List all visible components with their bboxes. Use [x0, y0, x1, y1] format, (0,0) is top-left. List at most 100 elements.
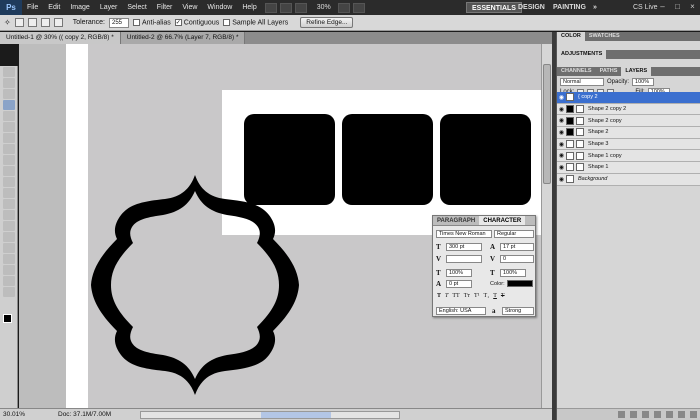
add-selection-icon[interactable] — [27, 18, 37, 27]
visibility-eye-icon[interactable]: ◉ — [557, 152, 566, 159]
adjustment-layer-icon[interactable] — [654, 411, 661, 418]
baseline-shift-input[interactable]: 0 pt — [446, 279, 472, 288]
layer-row[interactable]: ◉ Shape 1 — [557, 162, 700, 174]
arrange-documents-button[interactable] — [337, 2, 350, 13]
visibility-eye-icon[interactable]: ◉ — [557, 94, 566, 101]
healing-brush-icon[interactable] — [3, 133, 15, 143]
tracking-input[interactable]: 0 — [500, 254, 534, 263]
visibility-eye-icon[interactable]: ◉ — [557, 117, 566, 124]
menu-filter[interactable]: Filter — [152, 0, 178, 15]
horizontal-scroll-thumb[interactable] — [261, 412, 331, 418]
tab-untitled-2[interactable]: Untitled-2 @ 66.7% (Layer 7, RGB/8) * — [120, 32, 246, 44]
shape-tool-icon[interactable] — [3, 254, 15, 264]
eraser-tool-icon[interactable] — [3, 177, 15, 187]
dodge-tool-icon[interactable] — [3, 210, 15, 220]
visibility-eye-icon[interactable]: ◉ — [557, 129, 566, 136]
view-extras-button[interactable] — [294, 2, 307, 13]
antialias-select[interactable]: Strong — [502, 306, 534, 315]
zoom-status-input[interactable]: 30.01% — [3, 409, 25, 420]
visibility-eye-icon[interactable]: ◉ — [557, 176, 566, 183]
font-family-select[interactable]: Times New Roman — [436, 229, 492, 238]
history-brush-icon[interactable] — [3, 166, 15, 176]
new-group-icon[interactable] — [666, 411, 673, 418]
layer-style-icon[interactable] — [630, 411, 637, 418]
marquee-tool-icon[interactable] — [3, 78, 15, 88]
trash-icon[interactable] — [690, 411, 697, 418]
tab-untitled-1[interactable]: Untitled-1 @ 30% (( copy 2, RGB/8) * — [0, 32, 121, 44]
move-tool-icon[interactable] — [3, 67, 15, 77]
menu-window[interactable]: Window — [202, 0, 237, 15]
brush-tool-icon[interactable] — [3, 144, 15, 154]
text-color-swatch[interactable] — [506, 280, 533, 287]
gradient-tool-icon[interactable] — [3, 188, 15, 198]
zoom-level-select[interactable]: 30% — [313, 4, 335, 11]
language-select[interactable]: English: USA — [436, 306, 486, 315]
minimize-icon[interactable]: – — [657, 2, 668, 12]
underline-button[interactable]: T — [493, 293, 497, 299]
maximize-icon[interactable]: □ — [672, 2, 683, 12]
menu-layer[interactable]: Layer — [95, 0, 123, 15]
tolerance-input[interactable]: 255 — [109, 17, 129, 28]
layer-row[interactable]: ◉ Shape 1 copy — [557, 150, 700, 163]
pen-tool-icon[interactable] — [3, 221, 15, 231]
tab-character[interactable]: CHARACTER — [479, 216, 526, 225]
menu-image[interactable]: Image — [65, 0, 94, 15]
eyedropper-tool-icon[interactable] — [3, 122, 15, 132]
tab-paths[interactable]: PATHS — [596, 67, 622, 76]
screen-mode-button[interactable] — [352, 2, 365, 13]
tab-layers[interactable]: LAYERS — [621, 67, 652, 76]
refine-edge-button[interactable]: Refine Edge... — [300, 17, 354, 28]
antialias-checkbox[interactable]: Anti-alias — [133, 18, 171, 26]
subscript-button[interactable]: T₁ — [483, 293, 489, 299]
all-caps-button[interactable]: TT — [452, 293, 459, 299]
visibility-eye-icon[interactable]: ◉ — [557, 164, 566, 171]
menu-file[interactable]: File — [22, 0, 43, 15]
foreground-color-swatch[interactable] — [3, 314, 12, 323]
layer-row[interactable]: ◉ { copy 2 — [557, 92, 700, 104]
layer-row[interactable]: ◉ Shape 2 — [557, 127, 700, 139]
leading-input[interactable]: 17 pt — [500, 242, 534, 251]
vertical-scroll-thumb[interactable] — [543, 64, 551, 184]
link-layers-icon[interactable] — [618, 411, 625, 418]
crop-tool-icon[interactable] — [3, 111, 15, 121]
tab-color[interactable]: COLOR — [557, 32, 585, 41]
launch-minibridge-button[interactable] — [279, 2, 292, 13]
launch-bridge-button[interactable] — [264, 2, 277, 13]
superscript-button[interactable]: T¹ — [474, 293, 479, 299]
tab-swatches[interactable]: SWATCHES — [585, 32, 624, 41]
lasso-tool-icon[interactable] — [3, 89, 15, 99]
3d-rotate-icon[interactable] — [3, 265, 15, 275]
horizontal-scale-input[interactable]: 100% — [500, 268, 526, 277]
vertical-scrollbar[interactable] — [541, 44, 552, 408]
small-caps-button[interactable]: Tт — [464, 293, 470, 299]
visibility-eye-icon[interactable]: ◉ — [557, 141, 566, 148]
kerning-input[interactable] — [446, 254, 482, 263]
path-selection-icon[interactable] — [3, 243, 15, 253]
subtract-selection-icon[interactable] — [40, 18, 50, 27]
vertical-scale-input[interactable]: 100% — [446, 268, 472, 277]
faux-bold-button[interactable]: T — [437, 293, 441, 299]
tab-adjustments[interactable]: ADJUSTMENTS — [557, 50, 607, 59]
tab-paragraph[interactable]: PARAGRAPH — [433, 216, 479, 225]
faux-italic-button[interactable]: T — [445, 293, 448, 299]
strikethrough-button[interactable]: T — [501, 293, 505, 299]
contiguous-checkbox[interactable]: ✓ Contiguous — [174, 18, 219, 26]
workspace-design[interactable]: DESIGN — [513, 2, 550, 13]
menu-edit[interactable]: Edit — [43, 0, 65, 15]
type-tool-icon[interactable] — [3, 232, 15, 242]
layer-row[interactable]: ◉ Shape 2 copy — [557, 115, 700, 128]
menu-help[interactable]: Help — [237, 0, 261, 15]
magic-wand-tool-icon[interactable]: ✧ — [4, 18, 11, 27]
zoom-tool-icon[interactable] — [3, 287, 15, 297]
close-icon[interactable]: × — [687, 2, 698, 12]
font-style-select[interactable]: Regular — [494, 229, 534, 238]
menu-select[interactable]: Select — [122, 0, 151, 15]
add-mask-icon[interactable] — [642, 411, 649, 418]
hand-tool-icon[interactable] — [3, 276, 15, 286]
blend-mode-select[interactable]: Normal — [560, 78, 604, 86]
clone-stamp-icon[interactable] — [3, 155, 15, 165]
workspace-painting[interactable]: PAINTING — [548, 2, 591, 13]
magic-wand-icon[interactable] — [3, 100, 15, 110]
opacity-input[interactable]: 100% — [632, 78, 655, 86]
new-selection-icon[interactable] — [14, 18, 24, 27]
